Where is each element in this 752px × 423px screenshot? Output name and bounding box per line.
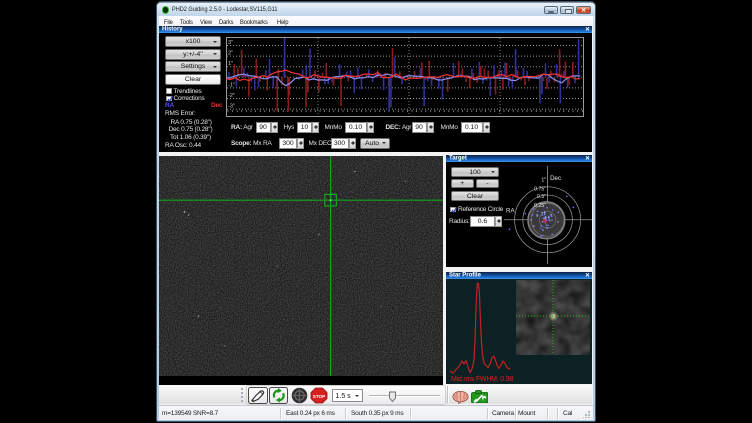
- svg-text:-1": -1": [228, 82, 235, 88]
- svg-text:0.5": 0.5": [537, 194, 546, 200]
- svg-text:-3": -3": [228, 103, 235, 109]
- svg-text:2": 2": [228, 50, 233, 56]
- svg-text:1": 1": [541, 177, 546, 183]
- svg-text:0.75": 0.75": [534, 186, 546, 192]
- svg-text:Dec: Dec: [550, 174, 561, 181]
- svg-text:-2": -2": [228, 93, 235, 99]
- svg-text:1": 1": [228, 61, 233, 67]
- svg-text:0.25": 0.25": [534, 203, 546, 209]
- svg-text:STOP: STOP: [313, 394, 325, 399]
- svg-text:RA: RA: [506, 207, 515, 214]
- svg-text:3": 3": [228, 40, 233, 46]
